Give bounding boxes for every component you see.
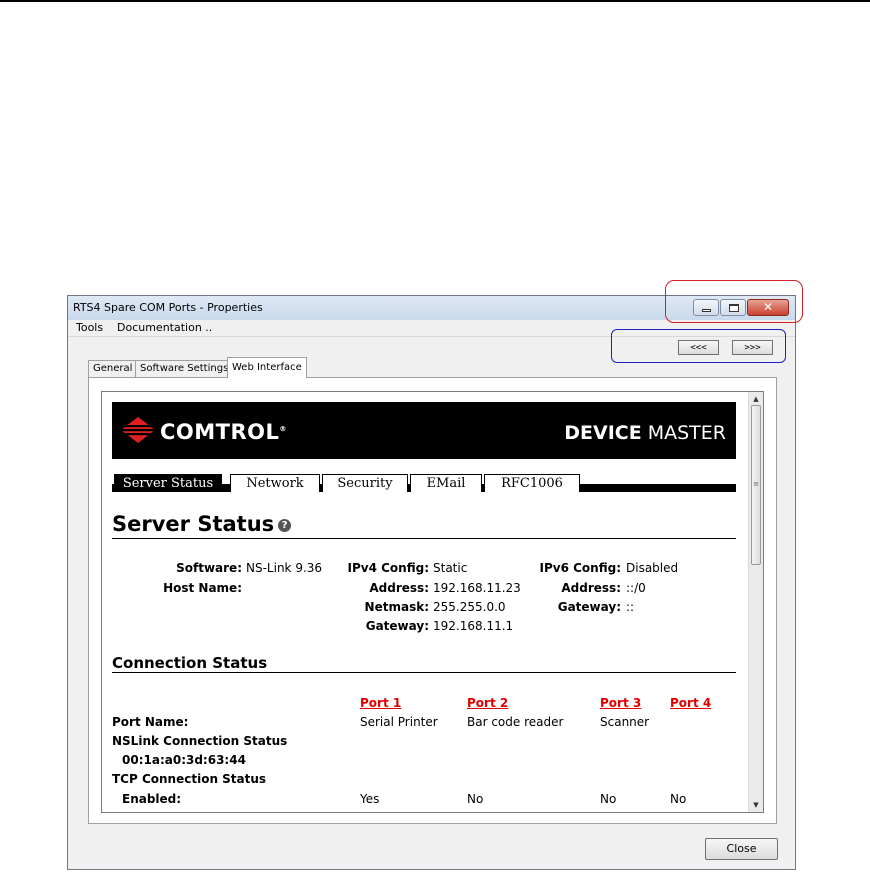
port-3-name: Scanner (600, 715, 650, 729)
port-4-link[interactable]: Port 4 (670, 696, 711, 710)
connection-rule (112, 672, 736, 673)
product-name-bold: DEVICE (564, 422, 642, 444)
software-label: Software: (176, 561, 242, 575)
menu-documentation[interactable]: Documentation .. (117, 321, 212, 334)
menu-tools[interactable]: Tools (76, 321, 103, 334)
server-status-heading: Server Status? (112, 512, 292, 536)
registered-mark: ® (279, 425, 287, 433)
port-name-label: Port Name: (112, 715, 189, 729)
product-name: DEVICE MASTER (564, 422, 726, 444)
ipv4-config-value: Static (433, 561, 468, 575)
port-2-link[interactable]: Port 2 (467, 696, 508, 710)
help-icon[interactable]: ? (278, 518, 292, 532)
comtrol-banner: COMTROL® DEVICE MASTER (112, 402, 736, 459)
window-title: RTS4 Spare COM Ports - Properties (73, 301, 263, 314)
brand-logo: COMTROL® (160, 420, 287, 444)
ipv6-gateway-value: :: (626, 600, 635, 614)
port-4-enabled: No (670, 792, 687, 806)
ipv4-gateway-label: Gateway: (365, 619, 429, 633)
ipv6-address-label: Address: (561, 581, 621, 595)
ipv6-address-value: ::/0 (626, 581, 646, 595)
port-3-enabled: No (600, 792, 617, 806)
scroll-thumb[interactable]: ≡ (751, 405, 761, 565)
webtab-network[interactable]: Network (230, 474, 320, 492)
brand-name: COMTROL (160, 420, 280, 444)
grip-icon: ≡ (753, 480, 759, 488)
connection-status-heading: Connection Status (112, 654, 268, 672)
port-3-link[interactable]: Port 3 (600, 696, 641, 710)
ipv6-config-value: Disabled (626, 561, 679, 575)
tcp-status-label: TCP Connection Status (112, 772, 267, 786)
port-1-name: Serial Printer (360, 715, 438, 729)
ipv6-gateway-label: Gateway: (557, 600, 621, 614)
nav-buttons-highlight (611, 329, 786, 363)
port-1-link[interactable]: Port 1 (360, 696, 401, 710)
top-rule (0, 0, 870, 2)
web-content: COMTROL® DEVICE MASTER Server Status Net… (102, 392, 748, 812)
nslink-status-label: NSLink Connection Status (112, 734, 288, 748)
webtab-server-status[interactable]: Server Status (114, 474, 222, 492)
host-name-label: Host Name: (163, 581, 242, 595)
tab-web-interface[interactable]: Web Interface (227, 357, 307, 378)
vertical-scrollbar[interactable]: ▲ ≡ ▼ (748, 392, 763, 812)
port-1-enabled: Yes (360, 792, 380, 806)
heading-rule (112, 538, 736, 539)
web-frame: COMTROL® DEVICE MASTER Server Status Net… (101, 391, 764, 813)
ipv4-address-label: Address: (369, 581, 429, 595)
tab-software-settings[interactable]: Software Settings (135, 360, 234, 377)
web-nav-tabs: Server Status Network Security EMail RFC… (112, 462, 736, 492)
webtab-rfc1006[interactable]: RFC1006 (484, 474, 580, 492)
scroll-up-icon[interactable]: ▲ (749, 392, 763, 406)
comtrol-logo-icon (121, 417, 155, 443)
properties-window: RTS4 Spare COM Ports - Properties ✕ Tool… (67, 295, 796, 870)
port-2-name: Bar code reader (467, 715, 564, 729)
mac-address: 00:1a:a0:3d:63:44 (122, 753, 246, 767)
software-value: NS-Link 9.36 (246, 561, 323, 575)
netmask-label: Netmask: (364, 600, 429, 614)
ipv4-gateway-value: 192.168.11.1 (433, 619, 514, 633)
tab-general[interactable]: General (88, 360, 138, 377)
tab-panel: COMTROL® DEVICE MASTER Server Status Net… (88, 377, 777, 824)
webtab-email[interactable]: EMail (410, 474, 482, 492)
webtab-security[interactable]: Security (322, 474, 408, 492)
netmask-value: 255.255.0.0 (433, 600, 506, 614)
scroll-down-icon[interactable]: ▼ (749, 798, 763, 812)
ipv4-config-label: IPv4 Config: (347, 561, 430, 575)
port-2-enabled: No (467, 792, 484, 806)
ipv6-config-label: IPv6 Config: (539, 561, 622, 575)
server-status-title: Server Status (112, 512, 275, 536)
enabled-label: Enabled: (122, 792, 182, 806)
close-button[interactable]: Close (705, 838, 778, 860)
ipv4-address-value: 192.168.11.23 (433, 581, 521, 595)
product-name-rest: MASTER (647, 422, 726, 444)
window-controls-highlight (665, 280, 803, 323)
